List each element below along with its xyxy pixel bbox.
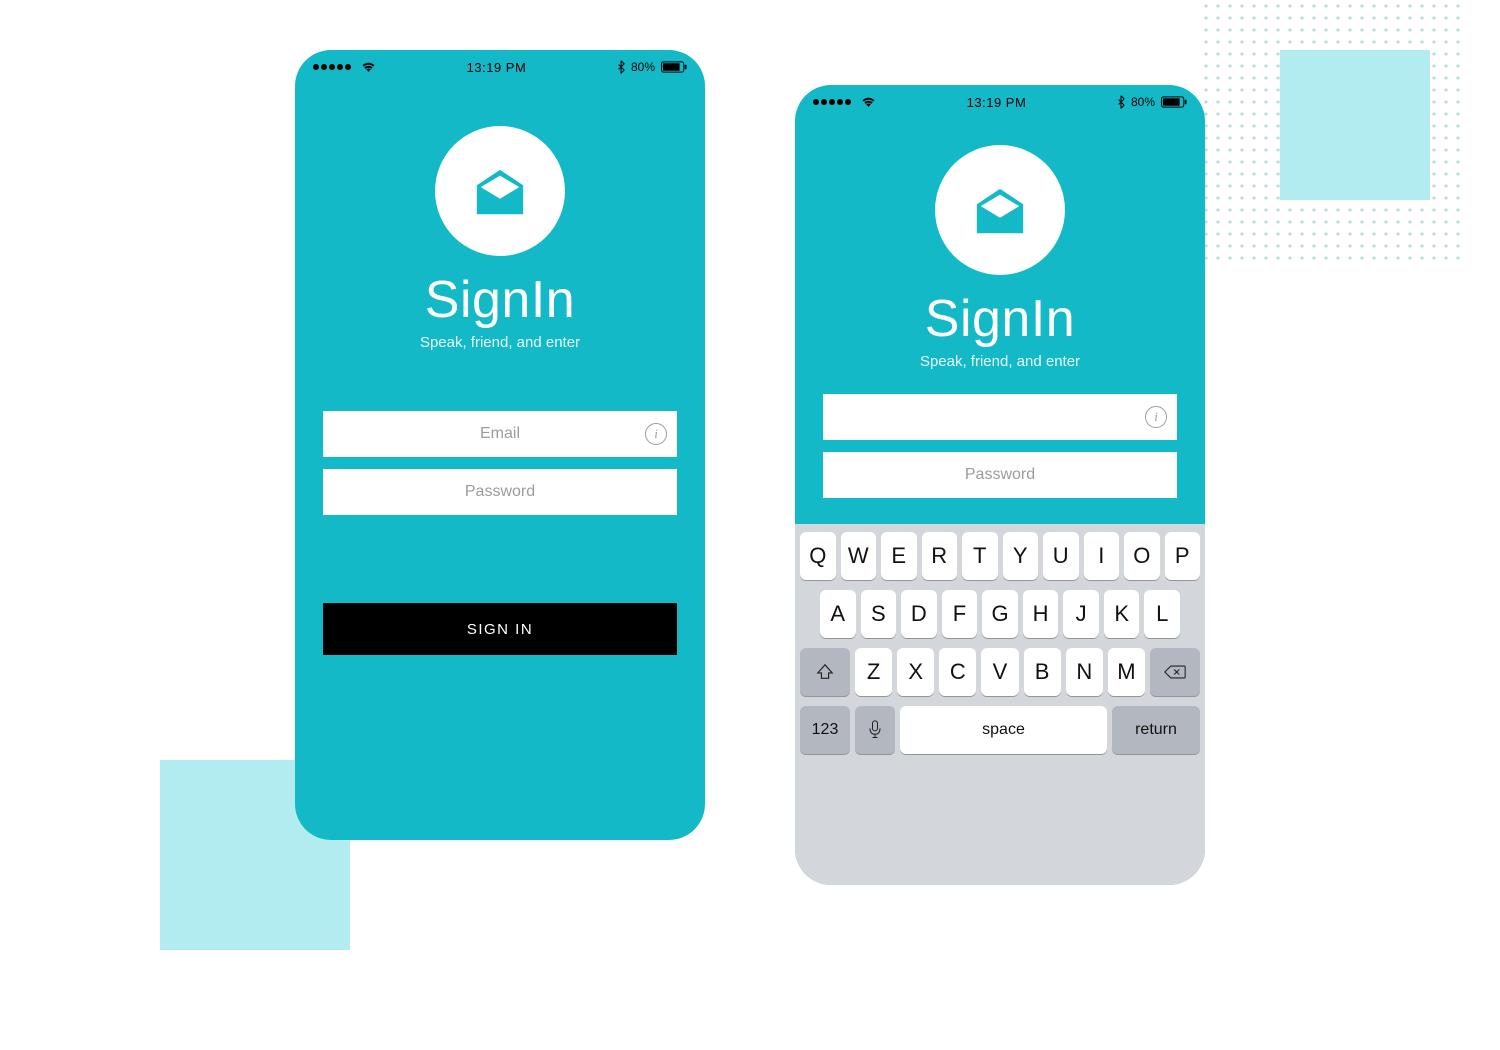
email-field[interactable]: Email i — [323, 411, 677, 457]
keyboard: Q W E R T Y U I O P A S D F G H J K L — [795, 524, 1205, 885]
key-h[interactable]: H — [1023, 590, 1059, 638]
key-a[interactable]: A — [820, 590, 856, 638]
phone-signin-keyboard: 13:19 PM 80% Sig — [795, 85, 1205, 885]
key-q[interactable]: Q — [800, 532, 836, 580]
key-l[interactable]: L — [1144, 590, 1180, 638]
key-d[interactable]: D — [901, 590, 937, 638]
key-space[interactable]: space — [900, 706, 1107, 754]
status-bar: 13:19 PM 80% — [295, 50, 705, 84]
app-subtitle: Speak, friend, and enter — [920, 353, 1080, 370]
keyboard-row-1: Q W E R T Y U I O P — [800, 532, 1200, 580]
key-mic[interactable] — [855, 706, 895, 754]
backspace-icon — [1164, 664, 1186, 680]
key-t[interactable]: T — [962, 532, 998, 580]
key-r[interactable]: R — [922, 532, 958, 580]
key-p[interactable]: P — [1165, 532, 1201, 580]
key-x[interactable]: X — [897, 648, 934, 696]
wifi-icon — [861, 96, 876, 108]
key-o[interactable]: O — [1124, 532, 1160, 580]
status-right: 80% — [617, 60, 687, 74]
key-w[interactable]: W — [841, 532, 877, 580]
key-c[interactable]: C — [939, 648, 976, 696]
status-bar: 13:19 PM 80% — [795, 85, 1205, 119]
battery-icon — [661, 61, 687, 73]
key-z[interactable]: Z — [855, 648, 892, 696]
keyboard-row-2: A S D F G H J K L — [800, 590, 1200, 638]
password-field[interactable]: Password — [823, 452, 1177, 498]
open-envelope-icon — [971, 185, 1029, 235]
email-field[interactable]: i — [823, 394, 1177, 440]
app-logo — [435, 126, 565, 256]
key-u[interactable]: U — [1043, 532, 1079, 580]
signin-button[interactable]: SIGN IN — [323, 603, 677, 655]
key-g[interactable]: G — [982, 590, 1018, 638]
key-j[interactable]: J — [1063, 590, 1099, 638]
key-b[interactable]: B — [1024, 648, 1061, 696]
battery-icon — [1161, 96, 1187, 108]
signin-form: i Password — [795, 394, 1205, 510]
info-icon[interactable]: i — [1145, 406, 1167, 428]
app-subtitle: Speak, friend, and enter — [420, 334, 580, 351]
signin-form: Email i Password — [295, 411, 705, 527]
keyboard-row-3: Z X C V B N M — [800, 648, 1200, 696]
battery-percent: 80% — [631, 60, 655, 74]
wifi-icon — [361, 61, 376, 73]
key-i[interactable]: I — [1084, 532, 1120, 580]
info-icon[interactable]: i — [645, 423, 667, 445]
app-title: SignIn — [425, 270, 575, 330]
keyboard-row-bottom: 123 space return — [800, 706, 1200, 754]
app-title: SignIn — [925, 289, 1075, 349]
hero: SignIn Speak, friend, and enter — [295, 84, 705, 351]
key-backspace[interactable] — [1150, 648, 1200, 696]
key-shift[interactable] — [800, 648, 850, 696]
password-placeholder: Password — [965, 466, 1035, 484]
key-v[interactable]: V — [981, 648, 1018, 696]
key-m[interactable]: M — [1108, 648, 1145, 696]
phone-signin-idle: 13:19 PM 80% Sig — [295, 50, 705, 840]
signal-strength-icon — [813, 99, 851, 105]
status-right: 80% — [1117, 95, 1187, 109]
password-placeholder: Password — [465, 483, 535, 501]
key-numbers[interactable]: 123 — [800, 706, 850, 754]
bluetooth-icon — [617, 60, 625, 74]
hero: SignIn Speak, friend, and enter — [795, 119, 1205, 370]
shift-icon — [816, 663, 834, 681]
app-logo — [935, 145, 1065, 275]
signal-strength-icon — [313, 64, 351, 70]
email-placeholder: Email — [480, 425, 520, 443]
key-e[interactable]: E — [881, 532, 917, 580]
status-left — [313, 61, 376, 73]
key-n[interactable]: N — [1066, 648, 1103, 696]
key-y[interactable]: Y — [1003, 532, 1039, 580]
key-s[interactable]: S — [861, 590, 897, 638]
key-return[interactable]: return — [1112, 706, 1200, 754]
status-left — [813, 96, 876, 108]
status-time: 13:19 PM — [467, 60, 527, 75]
status-time: 13:19 PM — [967, 95, 1027, 110]
password-field[interactable]: Password — [323, 469, 677, 515]
mic-icon — [868, 720, 882, 740]
open-envelope-icon — [471, 166, 529, 216]
key-k[interactable]: K — [1104, 590, 1140, 638]
key-f[interactable]: F — [942, 590, 978, 638]
bluetooth-icon — [1117, 95, 1125, 109]
battery-percent: 80% — [1131, 95, 1155, 109]
